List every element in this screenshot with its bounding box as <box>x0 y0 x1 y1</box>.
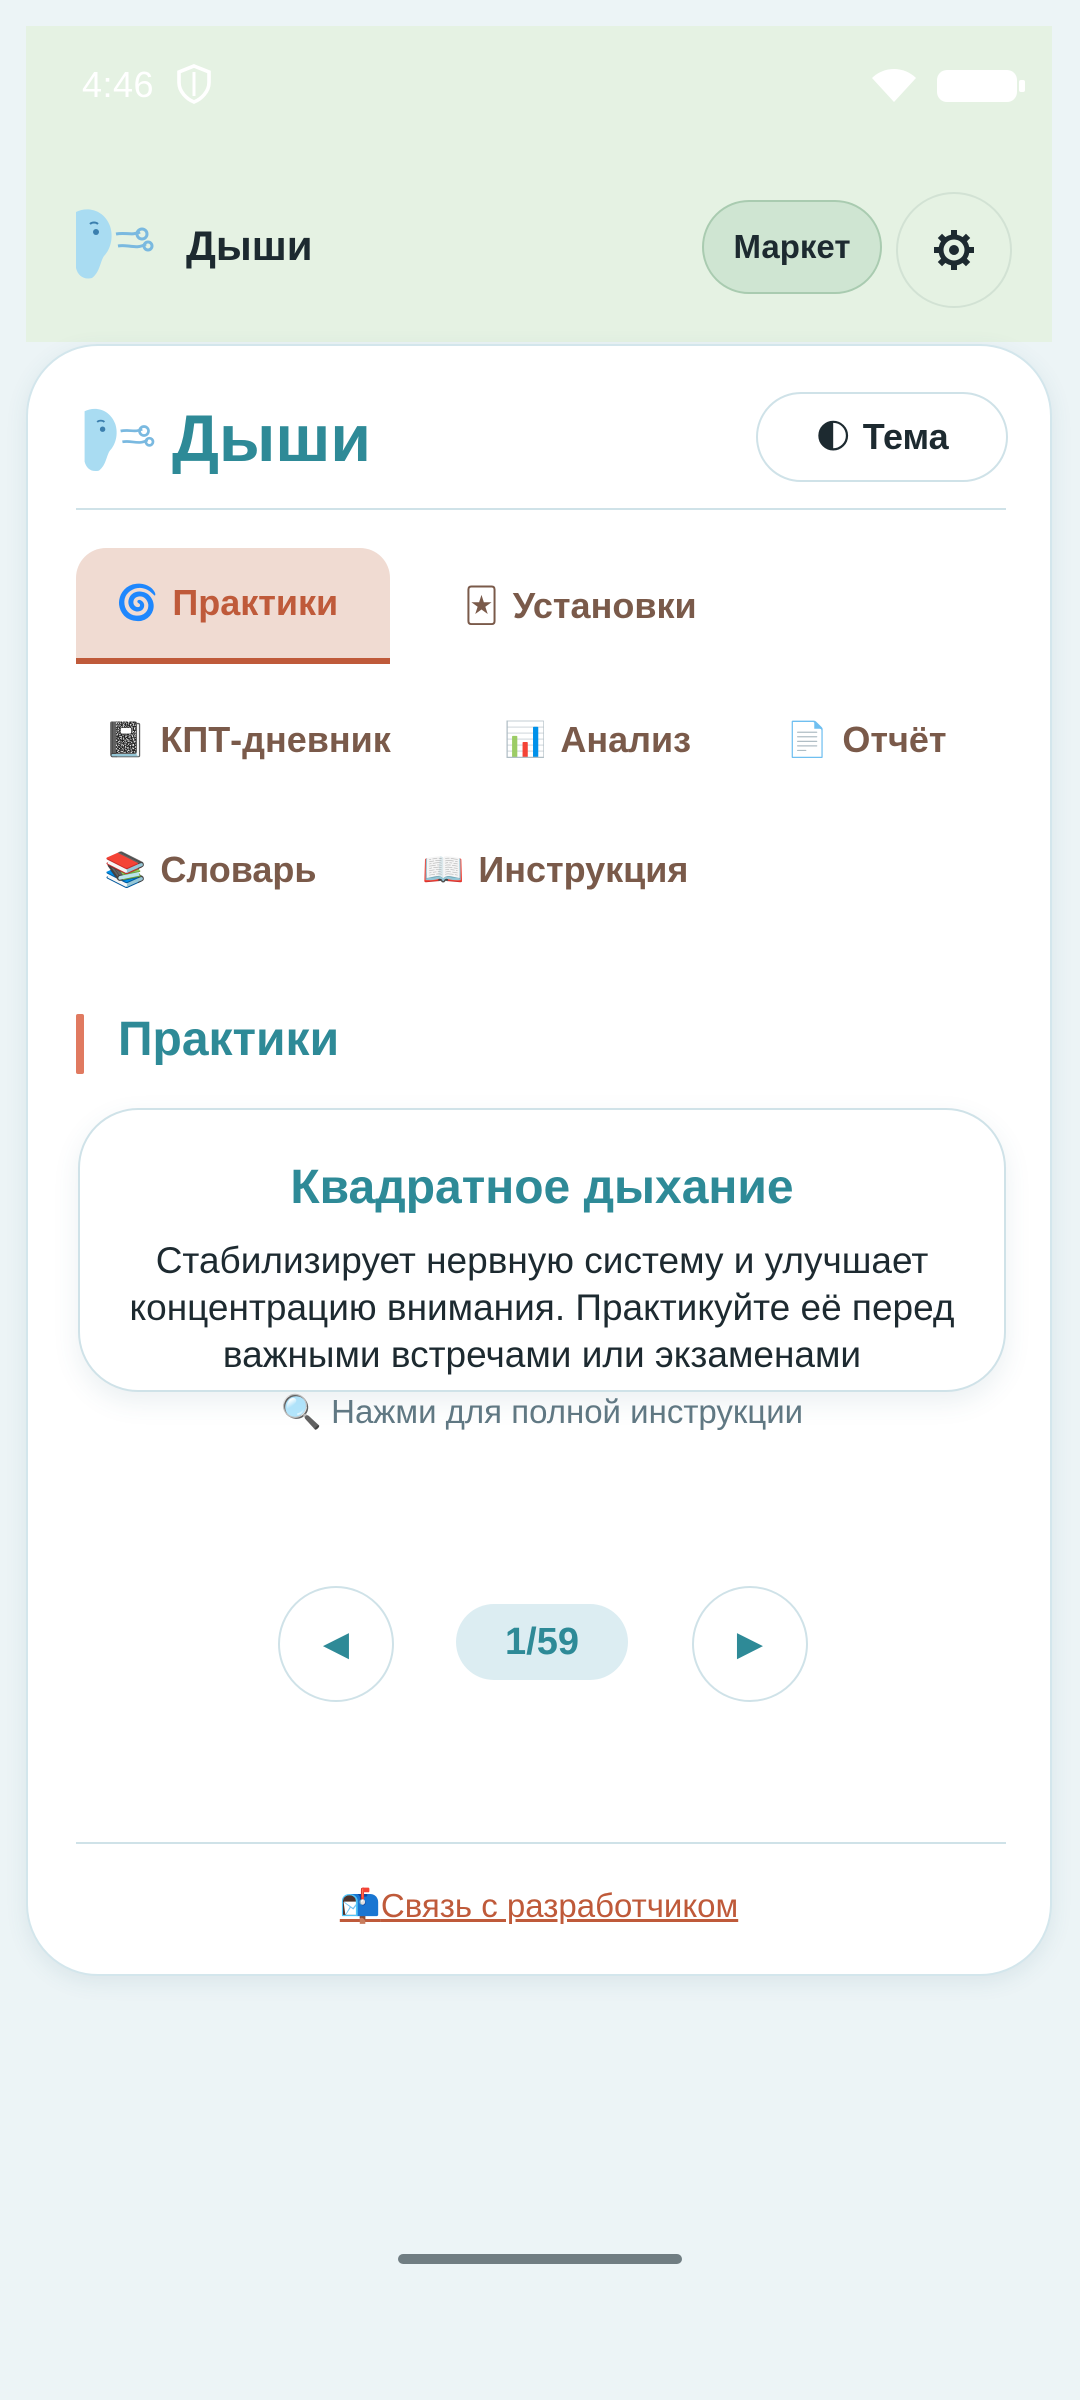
divider <box>76 1842 1006 1844</box>
next-button[interactable]: ▶ <box>692 1586 808 1702</box>
section-accent-bar <box>76 1014 84 1074</box>
gear-icon <box>934 230 974 270</box>
tab-report[interactable]: 📄 Отчёт <box>786 682 947 798</box>
contact-developer-link[interactable]: 📬Связь с разработчиком <box>28 1886 1050 1926</box>
practice-card[interactable]: Квадратное дыхание Стабилизирует нервную… <box>78 1108 1006 1431</box>
breath-face-icon <box>76 209 154 279</box>
practice-hint: 🔍 Нажми для полной инструкции <box>80 1392 1004 1432</box>
page-counter: 1/59 <box>456 1604 628 1680</box>
tab-cbt-diary[interactable]: 📓 КПТ-дневник <box>104 682 391 798</box>
arrow-right-icon: ▶ <box>736 1624 764 1664</box>
theme-toggle-button[interactable]: 🌓 Тема <box>756 392 1008 482</box>
tab-label: Установки <box>512 585 697 626</box>
market-button-label: Маркет <box>733 228 851 265</box>
tab-label: Инструкция <box>478 849 689 890</box>
practice-title: Квадратное дыхание <box>290 1161 794 1214</box>
shield-icon <box>177 64 211 104</box>
app-title: Дыши <box>186 222 313 269</box>
section-title: Практики <box>118 1013 340 1066</box>
home-indicator[interactable] <box>398 2254 682 2264</box>
practice-description: Стабилизирует нервную систему и улучшает… <box>129 1240 955 1375</box>
tab-manual[interactable]: 📖 Инструкция <box>422 812 688 928</box>
breath-face-icon <box>84 408 155 472</box>
contact-developer-label: Связь с разработчиком <box>380 1887 739 1924</box>
tab-label: Практики <box>172 582 339 623</box>
settings-button[interactable] <box>896 192 1012 308</box>
tab-label: КПТ-дневник <box>160 719 391 760</box>
tab-settings[interactable]: 🃏 Установки <box>424 548 737 664</box>
theme-button-label: Тема <box>862 416 949 457</box>
arrow-left-icon: ◀ <box>322 1624 350 1664</box>
tab-label: Анализ <box>560 719 692 760</box>
joker-card-icon: 🃏 <box>464 586 499 626</box>
half-moon-icon: 🌓 <box>815 417 851 457</box>
app-bar: 4:46 Дыши Маркет <box>26 26 1052 342</box>
wifi-icon <box>872 69 916 102</box>
tab-analysis[interactable]: 📊 Анализ <box>504 682 691 798</box>
bar-chart-icon: 📊 <box>504 720 547 760</box>
tab-practices[interactable]: 🌀 Практики <box>76 548 390 664</box>
tab-label: Словарь <box>160 849 317 890</box>
battery-icon <box>937 70 1025 102</box>
open-book-icon: 📖 <box>422 850 465 890</box>
page-title: Дыши <box>172 401 371 475</box>
mailbox-icon: 📬 <box>339 1886 381 1925</box>
divider <box>76 508 1006 510</box>
previous-button[interactable]: ◀ <box>278 1586 394 1702</box>
tab-dictionary[interactable]: 📚 Словарь <box>104 812 317 928</box>
cyclone-icon: 🌀 <box>116 583 159 623</box>
main-card: Дыши 🌓 Тема 🌀 Практики 🃏 Установки 📓 КПТ… <box>26 344 1052 1976</box>
books-icon: 📚 <box>104 850 147 890</box>
tab-label: Отчёт <box>842 719 947 760</box>
market-button[interactable]: Маркет <box>702 200 882 294</box>
notebook-icon: 📓 <box>104 720 147 760</box>
document-icon: 📄 <box>786 720 829 760</box>
practice-hint-text: Нажми для полной инструкции <box>331 1393 804 1430</box>
magnifier-icon: 🔍 <box>280 1392 322 1431</box>
status-time: 4:46 <box>82 64 155 105</box>
